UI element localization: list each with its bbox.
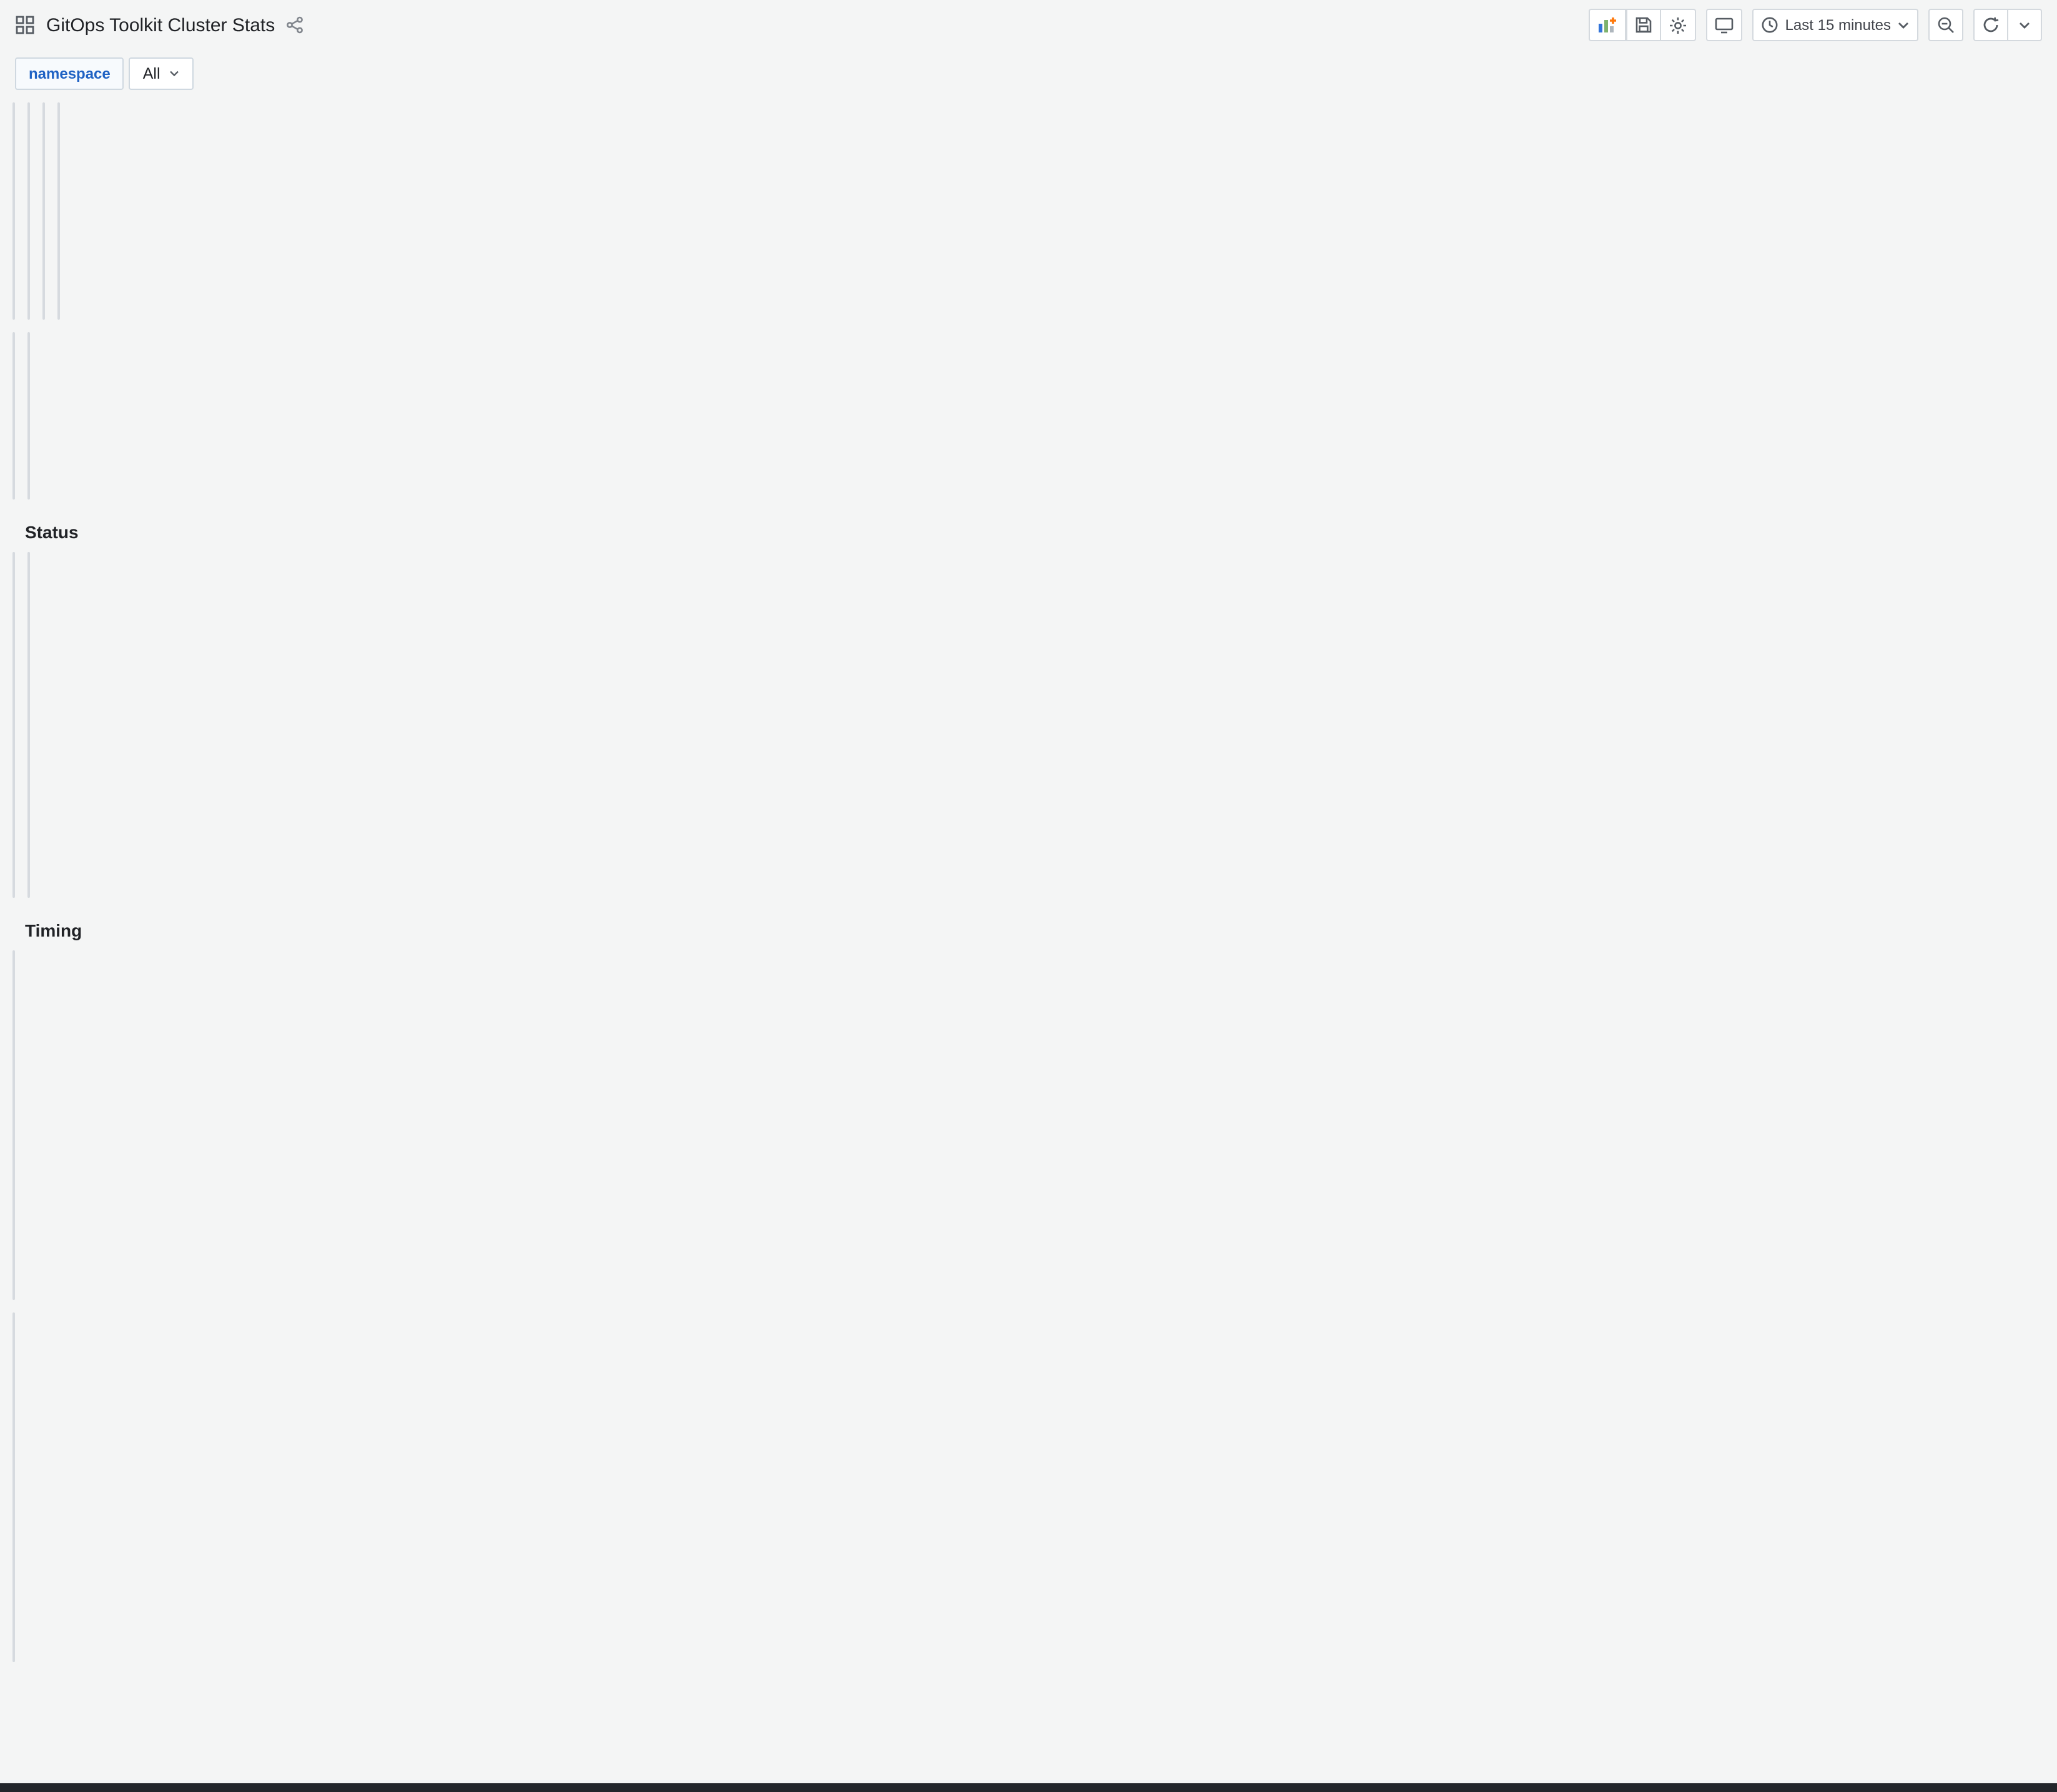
chevron-down-icon <box>170 71 179 77</box>
share-icon[interactable] <box>286 16 303 34</box>
refresh-button[interactable] <box>1973 9 2008 41</box>
stat-value: 6 <box>42 183 45 303</box>
chevron-down-icon <box>1898 22 1908 28</box>
refresh-icon <box>1983 17 1999 32</box>
stat-panel-cluster-reconcilers: Cluster Reconcilers 5 <box>12 102 15 320</box>
table-panel-cluster-readiness: Cluster reconciliation readiness KindNam… <box>12 552 15 898</box>
chart-panel-reconciliation-duration: Cluster reconciliation duration 15:5315:… <box>12 950 15 1300</box>
table-panel-source-readiness: Source acquisition readiness KindNameSta… <box>27 552 30 898</box>
cycle-view-button[interactable] <box>1706 9 1743 41</box>
dashboard-root: GitOps Toolkit Cluster Stats Last 15 min… <box>0 0 2057 1792</box>
variables-row: namespace All <box>0 50 2057 102</box>
clock-icon <box>1762 17 1778 33</box>
gauge-panel-reconciler-ops: Reconciler ops avg. duration HelmRelease… <box>12 332 15 500</box>
dashboard-grid-icon[interactable] <box>15 15 35 35</box>
gear-icon <box>1670 17 1687 33</box>
time-range-picker[interactable]: Last 15 minutes <box>1752 9 1918 41</box>
window-bottom-edge <box>0 1783 2057 1792</box>
chart-panel-acquisition-duration: Source acquisition duration 15:5315:5415… <box>12 1312 15 1662</box>
chevron-down-icon <box>2020 22 2030 28</box>
save-dashboard-button[interactable] <box>1626 9 1662 41</box>
zoom-out-time-button[interactable] <box>1928 9 1963 41</box>
stat-value: 2 <box>57 174 60 293</box>
section-title: Timing <box>25 920 82 940</box>
section-title: Status <box>25 522 79 542</box>
stat-panel-failing-reconcilers: Failing Reconcilers 1 <box>27 102 30 320</box>
dashboard-title: GitOps Toolkit Cluster Stats <box>46 14 275 36</box>
top-navbar: GitOps Toolkit Cluster Stats Last 15 min… <box>0 0 2057 50</box>
variable-namespace-select[interactable]: All <box>129 57 194 90</box>
stat-value: 5 <box>12 174 15 293</box>
stat-panel-manifests-sources: Kubernetes Manifests Sources 6 <box>42 102 45 320</box>
refresh-interval-dropdown[interactable] <box>2008 9 2042 41</box>
time-range-label: Last 15 minutes <box>1785 16 1891 34</box>
zoom-out-icon <box>1938 17 1954 33</box>
dashboard-settings-button[interactable] <box>1661 9 1697 41</box>
variable-namespace-value: All <box>142 65 160 82</box>
add-panel-icon <box>1599 17 1617 32</box>
save-icon <box>1636 17 1652 33</box>
monitor-icon <box>1715 17 1734 33</box>
stat-panel-failing-sources: Failing Sources 2 <box>57 102 60 320</box>
section-row-status[interactable]: Status <box>12 512 79 552</box>
gauge-panel-source-ops: Source ops avg. duration GitRepository 1… <box>27 332 30 500</box>
stat-value: 1 <box>27 174 30 293</box>
section-row-timing[interactable]: Timing <box>12 910 82 950</box>
variable-namespace-label[interactable]: namespace <box>15 57 124 90</box>
add-panel-button[interactable] <box>1589 9 1627 41</box>
